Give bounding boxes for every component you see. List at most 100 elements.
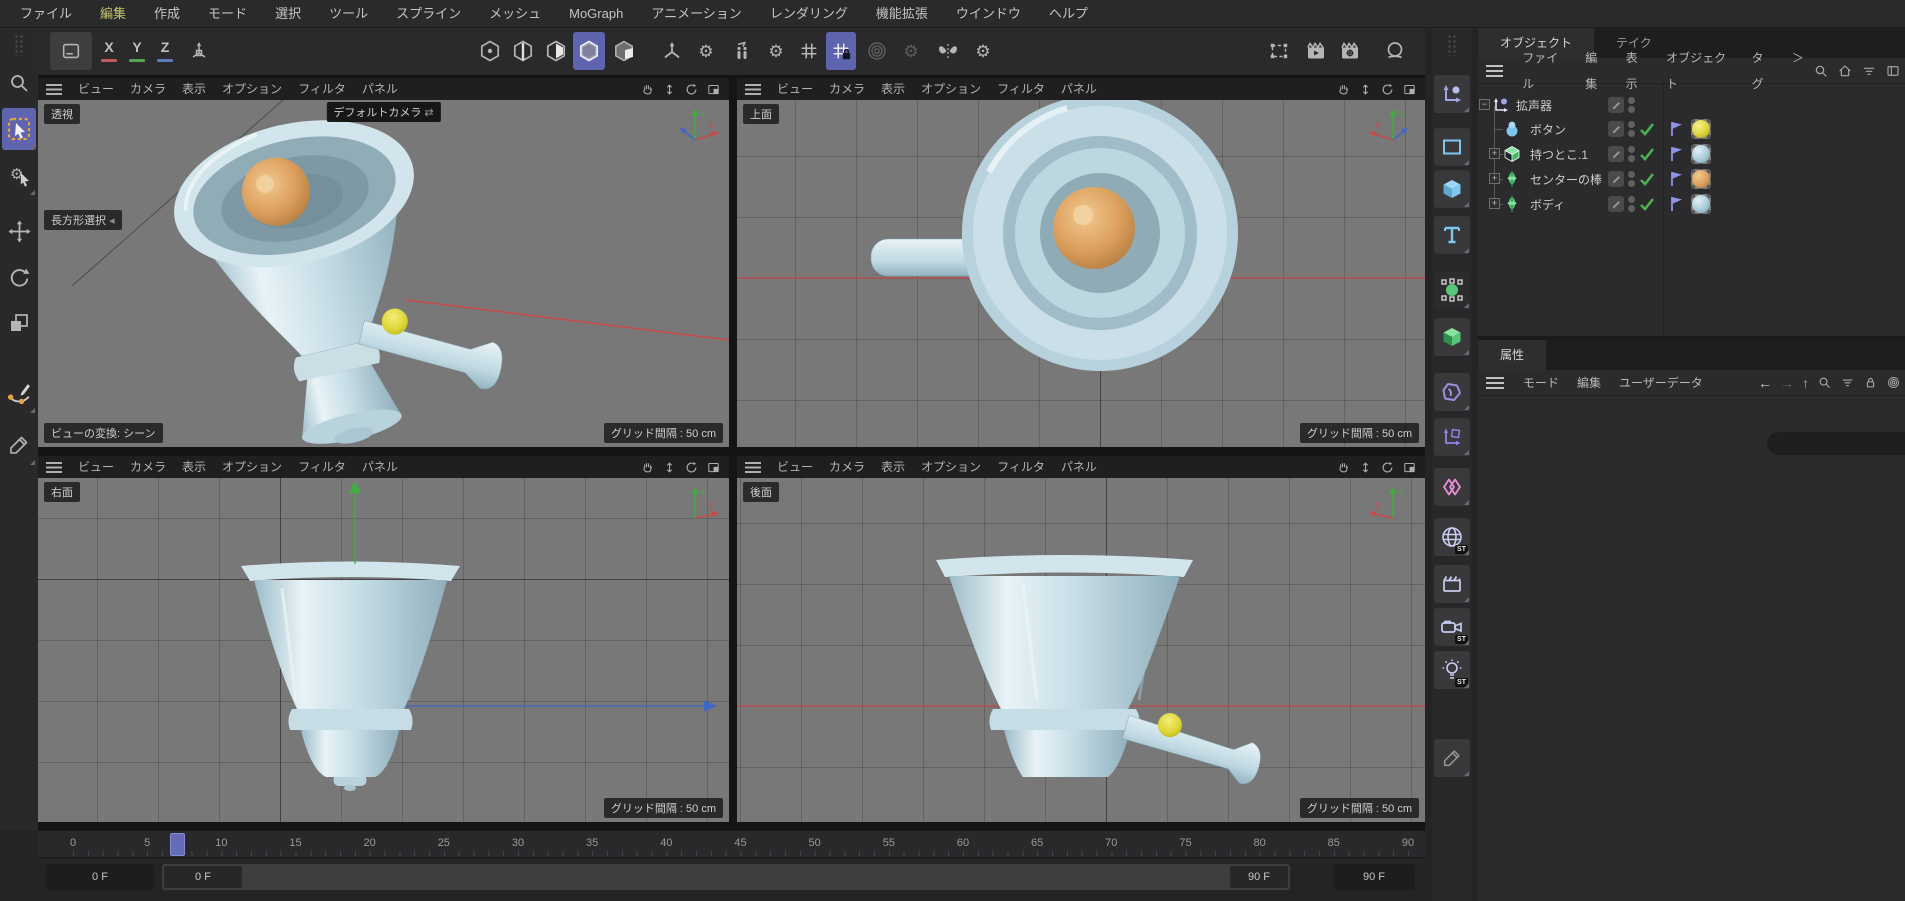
- dolly-icon[interactable]: [662, 460, 677, 475]
- search-commands-button[interactable]: [2, 62, 36, 104]
- snap-settings-button[interactable]: ⚙: [760, 32, 792, 70]
- toggle-view-icon[interactable]: [1402, 82, 1417, 97]
- vp1-menu-item-1[interactable]: カメラ: [122, 78, 174, 100]
- layer-toggle[interactable]: [1608, 146, 1624, 162]
- add-stage-button[interactable]: [1434, 565, 1470, 603]
- add-spline-rectangle-button[interactable]: [1434, 128, 1470, 166]
- vp1-menu-item-5[interactable]: パネル: [354, 78, 406, 100]
- attributes-empty-field[interactable]: [1767, 432, 1905, 455]
- toggle-view-icon[interactable]: [706, 460, 721, 475]
- snap-button[interactable]: [726, 32, 758, 70]
- toggle-view-icon[interactable]: [1402, 460, 1417, 475]
- menu-item-12[interactable]: ウインドウ: [942, 0, 1035, 28]
- add-generator-cube-button[interactable]: [1434, 318, 1470, 356]
- rectangle-selection-tool-button[interactable]: [2, 108, 36, 150]
- pan-hand-icon[interactable]: [1336, 460, 1351, 475]
- vp3-menu-item-4[interactable]: フィルタ: [290, 456, 354, 478]
- material-tag-blue[interactable]: [1691, 194, 1711, 214]
- editor-visibility-dot[interactable]: [1628, 97, 1635, 104]
- phong-tag-icon[interactable]: [1669, 145, 1685, 163]
- render-settings-button[interactable]: [1334, 32, 1366, 70]
- panel-box-icon[interactable]: [1885, 63, 1901, 79]
- phong-tag-icon[interactable]: [1669, 195, 1685, 213]
- enable-axis-button[interactable]: [656, 32, 688, 70]
- vp4-menu-item-3[interactable]: オプション: [913, 456, 989, 478]
- viewport-menu-icon[interactable]: [745, 84, 761, 95]
- add-null-button[interactable]: [1434, 75, 1470, 113]
- expand-toggle[interactable]: +: [1489, 198, 1500, 209]
- orbit-icon[interactable]: [1380, 82, 1395, 97]
- tab-attributes[interactable]: 属性: [1478, 340, 1546, 370]
- current-frame-field[interactable]: 0 F: [46, 864, 154, 890]
- object-row-body[interactable]: + ボディ: [1478, 192, 1905, 216]
- viewport-menu-icon[interactable]: [46, 84, 62, 95]
- falloff-settings-button[interactable]: ⚙: [896, 32, 926, 70]
- menu-item-9[interactable]: アニメーション: [637, 0, 755, 28]
- history-forward-icon[interactable]: →: [1780, 376, 1794, 390]
- menu-item-10[interactable]: レンダリング: [756, 0, 862, 28]
- layer-toggle[interactable]: [1608, 171, 1624, 187]
- range-start-handle[interactable]: 0 F: [164, 866, 242, 888]
- camera-label[interactable]: デフォルトカメラ ⇄: [326, 102, 440, 122]
- z-axis-lock-button[interactable]: Z: [152, 32, 178, 70]
- sculpt-pen-tool-button[interactable]: [2, 424, 36, 466]
- render-visibility-dot[interactable]: [1628, 106, 1635, 113]
- spline-pen-tool-button[interactable]: [2, 372, 36, 414]
- viewport-top-canvas[interactable]: Y X 上面 グリッド間隔 : 50 cm: [737, 100, 1425, 447]
- toggle-view-icon[interactable]: [706, 82, 721, 97]
- material-manager-button[interactable]: [1378, 32, 1412, 70]
- viewport-right-canvas[interactable]: Y X 右面 グリッド間隔 : 50 cm: [38, 478, 729, 822]
- render-visibility-dot[interactable]: [1628, 180, 1635, 187]
- grid-lock-button[interactable]: [826, 32, 856, 70]
- move-tool-button[interactable]: [2, 210, 36, 252]
- menu-item-11[interactable]: 機能拡張: [862, 0, 942, 28]
- end-frame-field[interactable]: 90 F: [1333, 864, 1415, 890]
- viewport-menu-icon[interactable]: [745, 462, 761, 473]
- pan-hand-icon[interactable]: [640, 460, 655, 475]
- paint-tool-button[interactable]: [1434, 739, 1470, 777]
- layer-toggle[interactable]: [1608, 196, 1624, 212]
- render-view-button[interactable]: [1300, 32, 1332, 70]
- strip-grip[interactable]: [1447, 34, 1457, 56]
- phong-tag-icon[interactable]: [1669, 170, 1685, 188]
- layer-toggle[interactable]: [1608, 121, 1624, 137]
- add-camera-button[interactable]: ST: [1434, 608, 1470, 646]
- add-metaball-button[interactable]: [1434, 373, 1470, 411]
- add-light-button[interactable]: ST: [1434, 651, 1470, 689]
- phong-tag-icon[interactable]: [1669, 120, 1685, 138]
- add-cube-button[interactable]: [1434, 170, 1470, 208]
- search-icon[interactable]: [1813, 63, 1829, 79]
- expand-toggle[interactable]: +: [1489, 173, 1500, 184]
- viewport-menu-icon[interactable]: [46, 462, 62, 473]
- layer-toggle[interactable]: [1608, 97, 1624, 113]
- vp1-menu-item-2[interactable]: 表示: [174, 78, 214, 100]
- symmetry-button[interactable]: [930, 32, 966, 70]
- collapse-toggle[interactable]: −: [1479, 99, 1490, 110]
- add-sky-button[interactable]: ST: [1434, 518, 1470, 556]
- vp2-menu-item-4[interactable]: フィルタ: [989, 78, 1053, 100]
- add-symmetry-button[interactable]: [1434, 468, 1470, 506]
- expand-toggle[interactable]: +: [1489, 148, 1500, 159]
- menu-item-13[interactable]: ヘルプ: [1035, 0, 1102, 28]
- vp3-menu-item-2[interactable]: 表示: [174, 456, 214, 478]
- object-row-button[interactable]: ボタン: [1478, 117, 1905, 141]
- editor-visibility-dot[interactable]: [1628, 121, 1635, 128]
- workspace-button[interactable]: [50, 32, 92, 70]
- menu-item-4[interactable]: 選択: [261, 0, 315, 28]
- attr-menu-item-2[interactable]: ユーザーデータ: [1610, 370, 1712, 396]
- panel-menu-icon[interactable]: [1486, 377, 1504, 389]
- edge-mode-button[interactable]: [507, 32, 538, 70]
- menu-item-2[interactable]: 作成: [140, 0, 194, 28]
- render-visibility-dot[interactable]: [1628, 205, 1635, 212]
- x-axis-lock-button[interactable]: X: [96, 32, 122, 70]
- timeline-ruler[interactable]: 051015202530354045505560657075808590: [38, 830, 1425, 858]
- object-row-center-rod[interactable]: + センターの棒: [1478, 167, 1905, 191]
- render-visibility-dot[interactable]: [1628, 130, 1635, 137]
- add-workplane-button[interactable]: [1434, 418, 1470, 456]
- vp1-menu-item-3[interactable]: オプション: [214, 78, 290, 100]
- symmetry-settings-button[interactable]: ⚙: [968, 32, 998, 70]
- vp4-menu-item-2[interactable]: 表示: [873, 456, 913, 478]
- panel-menu-icon[interactable]: [1486, 65, 1503, 77]
- viewport-perspective-canvas[interactable]: Y X 透視 デフォルトカメラ ⇄ 長方形選択 ◂ ビューの変換: シーン グリ…: [38, 100, 729, 447]
- y-axis-lock-button[interactable]: Y: [124, 32, 150, 70]
